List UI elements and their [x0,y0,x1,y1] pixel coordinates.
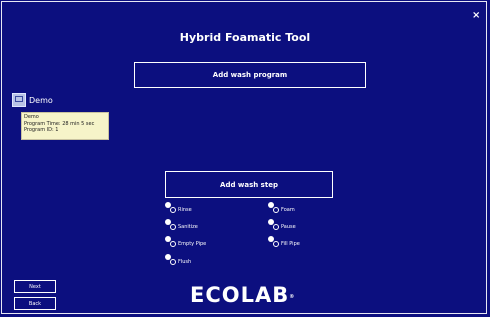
step-label: Fill Pipe [281,240,300,247]
gears-icon [165,219,176,230]
step-flush[interactable]: Flush [165,254,191,265]
gears-icon [268,202,279,213]
gears-icon [268,236,279,247]
step-label: Empty Pipe [178,240,207,247]
step-label: Pause [281,223,296,230]
program-icon [12,93,26,107]
gears-icon [165,254,176,265]
gears-icon [165,202,176,213]
step-sanitize[interactable]: Sanitize [165,219,198,230]
program-item-demo[interactable]: Demo [12,93,53,107]
registered-mark: ® [289,294,296,300]
program-tooltip: Demo Program Time: 28 min 5 sec Program … [21,112,109,140]
step-fill-pipe[interactable]: Fill Pipe [268,236,300,247]
tooltip-name: Demo [24,114,39,120]
step-pause[interactable]: Pause [268,219,296,230]
step-empty-pipe[interactable]: Empty Pipe [165,236,206,247]
step-rinse[interactable]: Rinse [165,202,192,213]
ecolab-logo: ECOLAB® [190,284,295,306]
gears-icon [268,219,279,230]
step-label: Foam [281,206,295,213]
next-button[interactable]: Next [14,280,56,293]
gears-icon [165,236,176,247]
window-frame [1,1,487,314]
step-foam[interactable]: Foam [268,202,295,213]
step-label: Sanitize [178,223,198,230]
step-label: Flush [178,258,192,265]
page-title: Hybrid Foamatic Tool [179,31,311,44]
add-wash-step-button[interactable]: Add wash step [165,171,333,198]
back-button[interactable]: Back [14,297,56,310]
program-name: Demo [29,95,53,105]
logo-text: ECOLAB [190,283,290,307]
step-label: Rinse [178,206,192,213]
add-wash-program-button[interactable]: Add wash program [134,62,366,88]
tooltip-program-time: Program Time: 28 min 5 sec [24,120,95,127]
close-icon[interactable]: × [472,11,480,21]
tooltip-program-id: Program ID: 1 [24,127,59,134]
